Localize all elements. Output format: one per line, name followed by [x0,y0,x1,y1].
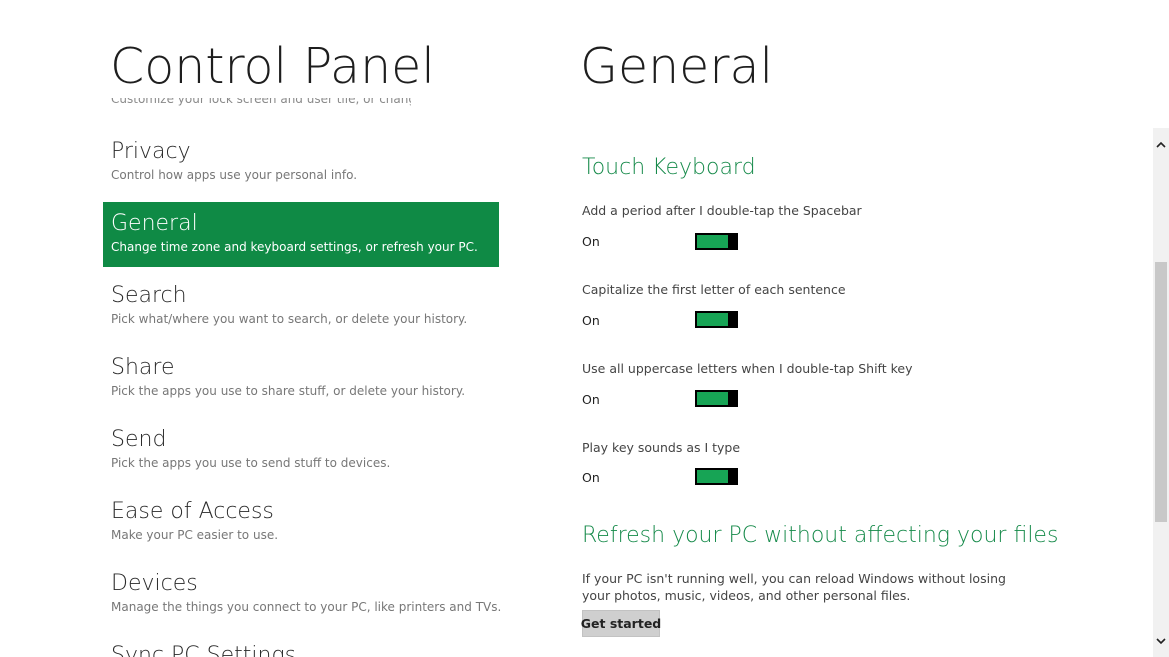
setting-label: Capitalize the first letter of each sent… [582,282,846,297]
uppercase-shift-toggle[interactable] [695,390,738,407]
toggle-track [697,392,728,405]
chevron-up-icon[interactable] [1153,136,1169,152]
capitalize-first-letter-toggle[interactable] [695,311,738,328]
category-name: Devices [111,571,198,596]
category-name: Sync PC Settings [111,643,297,657]
category-description: Pick the apps you use to send stuff to d… [111,456,391,470]
setting-state: On [582,470,600,485]
chevron-down-icon[interactable] [1153,633,1169,649]
category-name: Ease of Access [111,499,274,524]
setting-label: Add a period after I double-tap the Spac… [582,203,862,218]
toggle-thumb [729,233,738,250]
setting-label: Play key sounds as I type [582,440,741,455]
category-search[interactable]: Search Pick what/where you want to searc… [103,274,499,339]
category-general[interactable]: General Change time zone and keyboard se… [103,202,499,267]
category-description: Pick the apps you use to share stuff, or… [111,384,466,398]
category-description: Make your PC easier to use. [111,528,279,542]
touch-keyboard-title: Touch Keyboard [582,155,756,180]
clipped-category-description: Customize your lock screen and user tile… [111,98,411,106]
get-started-button[interactable]: Get started [581,610,661,637]
category-name: General [111,211,198,236]
vertical-scrollbar[interactable] [1153,128,1169,657]
refresh-pc-title: Refresh your PC without affecting your f… [582,523,1059,548]
category-description: Control how apps use your personal info. [111,168,358,182]
category-list: Privacy Control how apps use your person… [103,130,502,657]
category-privacy[interactable]: Privacy Control how apps use your person… [103,130,499,195]
category-description: Pick what/where you want to search, or d… [111,312,468,326]
control-panel-screen: Control Panel Customize your lock screen… [0,0,1169,657]
category-send[interactable]: Send Pick the apps you use to send stuff… [103,418,499,483]
toggle-thumb [729,468,738,485]
category-sync-pc-settings[interactable]: Sync PC Settings [103,634,499,657]
refresh-pc-description: If your PC isn't running well, you can r… [582,571,1006,603]
toggle-track [697,470,728,483]
category-name: Share [111,355,175,380]
setting-state: On [582,392,600,407]
scrollbar-thumb[interactable] [1155,262,1167,522]
category-description: Manage the things you connect to your PC… [111,600,502,614]
category-name: Search [111,283,187,308]
category-name: Send [111,427,167,452]
setting-state: On [582,234,600,249]
page-title: Control Panel [110,38,435,95]
category-ease-of-access[interactable]: Ease of Access Make your PC easier to us… [103,490,499,555]
section-heading: General [580,38,774,95]
toggle-track [697,235,728,248]
toggle-thumb [729,390,738,407]
setting-state: On [582,313,600,328]
key-sounds-toggle[interactable] [695,468,738,485]
category-devices[interactable]: Devices Manage the things you connect to… [103,562,502,627]
category-name: Privacy [111,139,191,164]
setting-label: Use all uppercase letters when I double-… [582,361,913,376]
category-description: Change time zone and keyboard settings, … [111,240,478,254]
category-share[interactable]: Share Pick the apps you use to share stu… [103,346,499,411]
period-double-tap-toggle[interactable] [695,233,738,250]
toggle-track [697,313,728,326]
toggle-thumb [729,311,738,328]
